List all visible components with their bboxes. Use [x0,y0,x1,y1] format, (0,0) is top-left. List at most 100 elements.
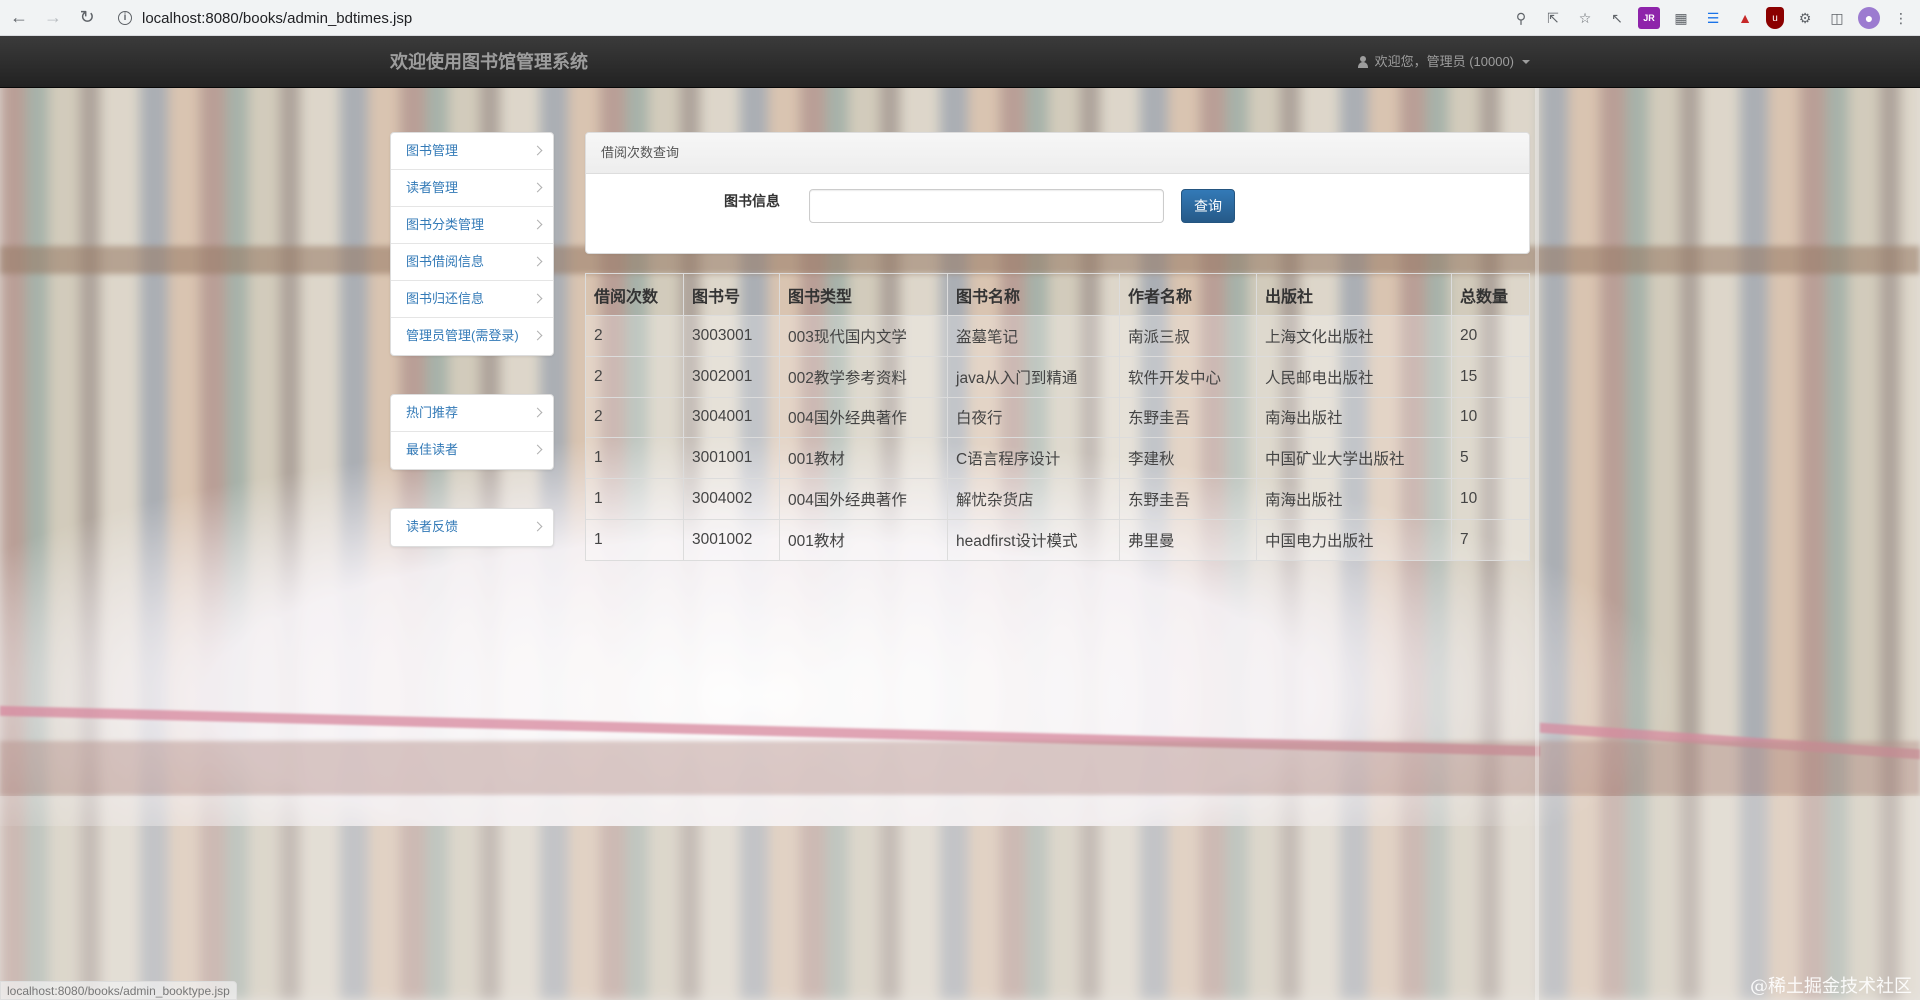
chevron-right-icon [532,145,543,156]
grid-icon[interactable]: ▦ [1670,7,1692,29]
borrow-count-query-panel: 借阅次数查询 图书信息 查询 [585,132,1530,254]
sidebar-item-return-info[interactable]: 图书归还信息 [391,281,553,318]
sidebar-group-statistics: 热门推荐 最佳读者 [390,394,554,470]
table-cell: 东野圭吾 [1119,478,1257,520]
caret-down-icon [1522,60,1530,64]
table-cell: 南海出版社 [1256,396,1452,439]
column-header: 总数量 [1451,273,1530,316]
chevron-right-icon [532,293,543,304]
table-cell: 白夜行 [947,396,1120,439]
address-bar[interactable]: i localhost:8080/books/admin_bdtimes.jsp [110,3,1550,33]
table-cell: headfirst设计模式 [947,518,1120,561]
fire-icon[interactable]: ▲ [1734,7,1756,29]
table-cell: 人民邮电出版社 [1256,355,1452,398]
chevron-right-icon [532,521,543,532]
chevron-right-icon [532,444,543,455]
table-cell: 软件开发中心 [1119,355,1257,398]
chevron-right-icon [532,330,543,341]
ublock-icon[interactable]: u [1766,7,1784,29]
table-row: 2 3003001 003现代国内文学 盗墓笔记 南派三叔 上海文化出版社 20 [585,315,1530,357]
chevron-right-icon [532,182,543,193]
table-cell: 东野圭吾 [1119,396,1257,439]
sidebar-item-reader-management[interactable]: 读者管理 [391,170,553,207]
app-navbar: 欢迎使用图书馆管理系统 欢迎您，管理员 (10000) [0,36,1920,88]
jrp-icon[interactable]: JR [1638,7,1660,29]
table-cell: 3002001 [683,355,780,398]
cursor-icon[interactable]: ↖ [1606,7,1628,29]
sidebar-item-label: 图书分类管理 [406,217,485,232]
book-info-label: 图书信息 [724,193,780,209]
user-label: 欢迎您，管理员 (10000) [1374,54,1514,69]
table-cell: 上海文化出版社 [1256,315,1452,357]
sidebar-item-admin-management[interactable]: 管理员管理(需登录) [391,318,553,355]
book-info-input[interactable] [809,189,1164,223]
sidebar-group-feedback: 读者反馈 [390,508,554,547]
column-header: 借阅次数 [585,273,684,316]
sidebar-item-hot-recommend[interactable]: 热门推荐 [391,395,553,432]
url-text: localhost:8080/books/admin_bdtimes.jsp [142,9,413,27]
table-cell: 3001002 [683,518,780,561]
sidebar-item-label: 管理员管理(需登录) [406,328,519,343]
user-icon [1357,56,1369,68]
query-button[interactable]: 查询 [1181,189,1235,223]
table-row: 2 3004001 004国外经典著作 白夜行 东野圭吾 南海出版社 10 [585,396,1530,439]
sidebar-group-management: 图书管理 读者管理 图书分类管理 图书借阅信息 图书归还信息 管理员管理(需登录… [390,132,554,356]
sidebar-item-label: 热门推荐 [406,405,459,420]
table-cell: 3004001 [683,396,780,439]
sidepanel-icon[interactable]: ◫ [1826,7,1848,29]
column-header: 作者名称 [1119,273,1257,316]
menu-dots-icon[interactable]: ⋮ [1890,7,1912,29]
reload-icon[interactable]: ↻ [72,3,102,33]
table-header-row: 借阅次数 图书号 图书类型 图书名称 作者名称 出版社 总数量 [585,273,1530,316]
table-cell: 中国电力出版社 [1256,518,1452,561]
sidebar-item-reader-feedback[interactable]: 读者反馈 [391,509,553,546]
table-cell: 南派三叔 [1119,315,1257,357]
back-arrow-icon[interactable]: ← [4,3,34,33]
column-header: 图书名称 [947,273,1120,316]
app-brand[interactable]: 欢迎使用图书馆管理系统 [390,36,588,88]
profile-icon[interactable]: ● [1858,7,1880,29]
table-row: 1 3001001 001教材 C语言程序设计 李建秋 中国矿业大学出版社 5 [585,437,1530,480]
star-icon[interactable]: ☆ [1574,7,1596,29]
table-cell: 10 [1451,396,1530,439]
table-cell: 5 [1451,437,1530,480]
sidebar-item-best-reader[interactable]: 最佳读者 [391,432,553,469]
share-icon[interactable]: ⇱ [1542,7,1564,29]
sidebar-item-label: 图书借阅信息 [406,254,485,269]
sidebar-item-borrow-info[interactable]: 图书借阅信息 [391,244,553,281]
table-cell: 南海出版社 [1256,478,1452,520]
borrow-count-table: 借阅次数 图书号 图书类型 图书名称 作者名称 出版社 总数量 2 300300… [585,273,1530,561]
table-cell: 2 [585,315,684,357]
watermark: @稀土掘金技术社区 [1750,976,1912,997]
puzzle-icon[interactable]: ⚙ [1794,7,1816,29]
sidebar-item-category-management[interactable]: 图书分类管理 [391,207,553,244]
table-cell: 1 [585,518,684,561]
column-header: 出版社 [1256,273,1452,316]
forward-arrow-icon[interactable]: → [38,3,68,33]
table-cell: 7 [1451,518,1530,561]
table-cell: 004国外经典著作 [779,396,948,439]
user-menu[interactable]: 欢迎您，管理员 (10000) [1357,36,1530,88]
column-header: 图书号 [683,273,780,316]
background-seam [1535,36,1539,1000]
link-status-bubble: localhost:8080/books/admin_booktype.jsp [0,981,237,1000]
table-cell: 弗里曼 [1119,518,1257,561]
sidebar-item-book-management[interactable]: 图书管理 [391,133,553,170]
table-cell: 盗墓笔记 [947,315,1120,357]
table-cell: 2 [585,355,684,398]
table-cell: 3003001 [683,315,780,357]
table-cell: 3004002 [683,478,780,520]
sidebar-item-label: 图书管理 [406,143,459,158]
table-cell: java从入门到精通 [947,355,1120,398]
site-info-icon[interactable]: i [118,11,132,25]
key-icon[interactable]: ⚲ [1510,7,1532,29]
table-cell: 3001001 [683,437,780,480]
browser-toolbar: ← → ↻ i localhost:8080/books/admin_bdtim… [0,0,1920,36]
table-cell: 李建秋 [1119,437,1257,480]
stack-icon[interactable]: ☰ [1702,7,1724,29]
table-cell: 中国矿业大学出版社 [1256,437,1452,480]
table-cell: 20 [1451,315,1530,357]
table-cell: 15 [1451,355,1530,398]
browser-extensions: ⚲ ⇱ ☆ ↖ JR ▦ ☰ ▲ u ⚙ ◫ ● ⋮ [1510,3,1912,33]
sidebar-item-label: 读者管理 [406,180,459,195]
